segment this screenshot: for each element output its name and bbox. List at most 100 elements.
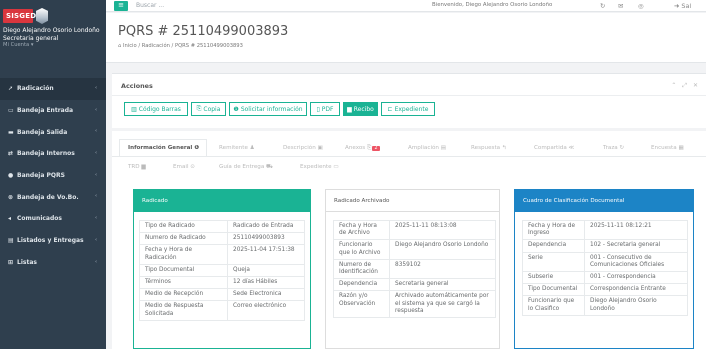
sidebar-item-listas[interactable]: ⊞ Listas ‹ xyxy=(0,252,106,274)
tab-ampliacion[interactable]: Ampliación ▤ xyxy=(408,145,446,151)
field-label: Dependencia xyxy=(522,239,585,253)
sidebar-item-label: Bandeja de Vo.Bo. xyxy=(17,193,79,201)
divider xyxy=(112,95,706,96)
field-value: 25110499003893 xyxy=(227,232,305,246)
welcome-text: Bienvenido, Diego Alejandro Osorio Londo… xyxy=(432,2,553,8)
copia-button[interactable]: ⎘ Copia xyxy=(191,102,226,116)
user-name: Diego Alejandro Osorio Londoño xyxy=(3,27,100,34)
field-value: Queja xyxy=(227,263,305,278)
tab-compartida[interactable]: Compartida ≪ xyxy=(534,145,574,151)
grid-icon: ⊞ xyxy=(8,258,14,266)
field-value: 2025-11-11 08:13:08 xyxy=(389,219,496,241)
logout-button[interactable]: ➜ Sal xyxy=(674,2,691,10)
field-label: Tipo de Radicado xyxy=(139,219,228,234)
page-title: PQRS # 25110499003893 xyxy=(118,24,289,39)
field-value: 8359102 xyxy=(389,258,496,280)
bullhorn-icon: ◂ xyxy=(8,215,12,223)
table-row: Fecha y Hora de Archivo 2025-11-11 08:13:… xyxy=(333,219,496,241)
inbox-icon: ▭ xyxy=(8,107,14,115)
table-row: Medio de Respuesta Solicitada Correo elec… xyxy=(139,300,305,321)
sidebar-item-radicacion[interactable]: ➚ Radicación ‹ xyxy=(0,78,106,100)
tab-email[interactable]: Email ⊙ xyxy=(173,164,195,170)
chevron-left-icon: ‹ xyxy=(94,193,97,200)
table-row: Numero de Identificación 8359102 xyxy=(333,258,496,280)
refresh-icon[interactable]: ↻ xyxy=(600,2,605,10)
solicitar-informacion-button[interactable]: ❶ Solicitar información xyxy=(229,102,307,116)
receipt-icon: ▆ xyxy=(347,105,352,113)
table-row: Funcionario que lo Clasifico Diego Alejan… xyxy=(522,295,688,316)
acciones-panel: Acciones ⌃ ⤢ ✕ ▥ Código Barras ⎘ Copia ❶ So… xyxy=(112,73,706,128)
field-value: Radicado de Entrada xyxy=(227,219,305,234)
table-row: Tipo Documental Correspondencia Entrante xyxy=(522,283,688,297)
field-label: Medio de Respuesta Solicitada xyxy=(139,300,228,321)
table-row: Términos 12 días Hábiles xyxy=(139,276,305,290)
clasificacion-documental-card: Cuadro de Clasificación Documental Fecha… xyxy=(514,189,694,349)
field-value: 001 - Consecutivo de Comunicaciones Ofic… xyxy=(584,251,688,273)
tab-remitente[interactable]: Remitente ♟ xyxy=(219,145,255,151)
field-value: Archivado automáticamente por el sistema… xyxy=(389,290,496,319)
logo-text: SISGED xyxy=(6,12,37,20)
radicado-card: Radicado Tipo de Radicado Radicado de Ent… xyxy=(133,189,311,349)
tab-encuesta[interactable]: Encuesta ▦ xyxy=(651,145,684,151)
chevron-left-icon: ‹ xyxy=(94,85,97,91)
menu-toggle-button[interactable]: ≡ xyxy=(114,1,128,11)
field-label: Funcionario que lo Clasifico xyxy=(522,295,585,316)
tab-anexos[interactable]: Anexos ⎘ 2 xyxy=(345,145,380,152)
table-row: Dependencia 102 - Secretaria general xyxy=(522,239,688,253)
send-icon: ➚ xyxy=(8,85,14,93)
field-label: Funcionario que lo Archivo xyxy=(333,239,390,260)
logout-label: Sal xyxy=(681,1,692,10)
sidebar-item-label: Bandeja PQRS xyxy=(17,172,65,180)
sidebar-item-bandeja-salida[interactable]: ▬ Bandeja Salida ‹ xyxy=(0,121,106,143)
pdf-icon: ▯ xyxy=(316,105,320,113)
field-label: Términos xyxy=(139,276,228,290)
pdf-button[interactable]: ▯ PDF xyxy=(310,102,340,116)
radicado-table: Tipo de Radicado Radicado de Entrada Nume… xyxy=(139,219,305,321)
tab-informacion-general[interactable]: Información General ❶ xyxy=(128,145,199,151)
tab-guia-entrega[interactable]: Guía de Entrega ⛟ xyxy=(219,164,273,171)
tab-trd[interactable]: TRD ▆ xyxy=(128,164,146,170)
notifications-icon[interactable]: ◎ xyxy=(638,2,644,10)
table-row: Razón y/o Observación Archivado automátic… xyxy=(333,290,496,319)
chevron-left-icon: ‹ xyxy=(94,171,97,178)
logo: SISGED xyxy=(3,7,61,27)
tab-respuesta[interactable]: Respuesta ↰ xyxy=(471,145,507,151)
info-icon: ❶ xyxy=(233,105,239,113)
recibo-button[interactable]: ▆ Recibo xyxy=(343,102,378,116)
card-title: Cuadro de Clasificación Documental xyxy=(515,190,693,212)
panel-tools[interactable]: ⌃ ⤢ ✕ xyxy=(671,82,700,90)
field-value: Secretaria general xyxy=(389,278,496,292)
search-input[interactable]: Buscar ... xyxy=(136,2,164,9)
anexos-count-badge: 2 xyxy=(372,146,380,151)
logo-shield-icon xyxy=(36,8,48,24)
user-role: Secretaria general xyxy=(3,34,59,42)
breadcrumb[interactable]: ⌂ Inicio / Radicación / PQRS # 251104990… xyxy=(118,43,243,49)
table-row: Dependencia Secretaria general xyxy=(333,278,496,292)
radicado-archivado-card: Radicado Archivado Fecha y Hora de Archi… xyxy=(325,189,500,349)
codigo-barras-button[interactable]: ▥ Código Barras xyxy=(124,102,188,116)
tab-traza[interactable]: Traza ↻ xyxy=(603,145,624,151)
field-label: Medio de Recepción xyxy=(139,288,228,302)
sidebar-item-vobo[interactable]: ⊛ Bandeja de Vo.Bo. ‹ xyxy=(0,186,106,208)
sidebar-item-bandeja-internos[interactable]: ⇄ Bandeja Internos ‹ xyxy=(0,143,106,165)
user-profile: Diego Alejandro Osorio Londoño Secretari… xyxy=(3,27,103,50)
field-label: Subserie xyxy=(522,271,585,285)
field-label: Tipo Documental xyxy=(139,263,228,278)
sidebar-menu: ➚ Radicación ‹ ▭ Bandeja Entrada ‹ ▬ Ban… xyxy=(0,78,106,273)
sidebar-item-comunicados[interactable]: ◂ Comunicados ‹ xyxy=(0,208,106,230)
account-menu[interactable]: Mi Cuenta ▾ xyxy=(3,42,103,50)
sidebar-item-listados[interactable]: ▤ Listados y Entregas ‹ xyxy=(0,230,106,252)
sidebar-item-bandeja-entrada[interactable]: ▭ Bandeja Entrada ‹ xyxy=(0,100,106,122)
tab-expediente[interactable]: Expediente ▭ xyxy=(300,164,339,170)
bell-icon[interactable]: ✉ xyxy=(618,2,623,10)
sidebar-item-label: Bandeja Salida xyxy=(17,128,68,136)
field-label: Dependencia xyxy=(333,278,390,292)
table-row: Funcionario que lo Archivo Diego Alejandr… xyxy=(333,239,496,260)
expediente-button[interactable]: ⊏ Expediente xyxy=(381,102,435,116)
table-row: Serie 001 - Consecutivo de Comunicaciones… xyxy=(522,251,688,273)
sidebar-item-bandeja-pqrs[interactable]: ● Bandeja PQRS ‹ xyxy=(0,165,106,187)
table-row: Tipo de Radicado Radicado de Entrada xyxy=(139,219,305,234)
card-title: Radicado Archivado xyxy=(326,190,499,212)
tab-descripcion[interactable]: Descripción ▣ xyxy=(283,145,323,151)
field-label: Numero de Identificación xyxy=(333,258,390,280)
